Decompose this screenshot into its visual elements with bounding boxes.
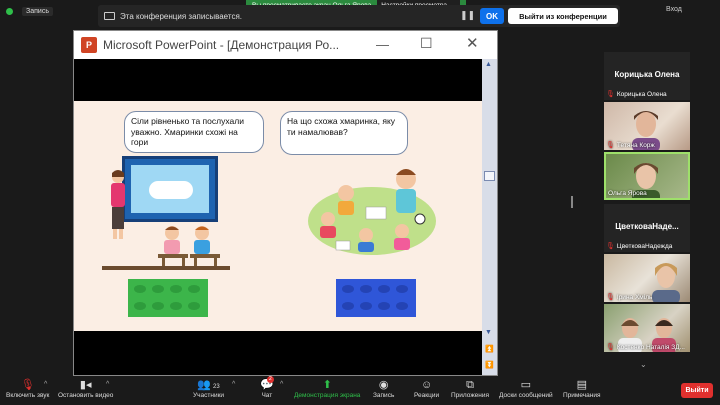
floor-line (102, 266, 230, 270)
scroll-down-icon[interactable]: ▼ (485, 329, 492, 336)
chevron-down-icon[interactable]: ⌄ (640, 360, 647, 369)
ok-button[interactable]: OK (480, 8, 504, 24)
participant-video-label: 🎙 Костенко Наталія ЗД... (606, 343, 685, 352)
participant-video-label: 🎙 Ірина Хміль (606, 293, 653, 302)
participant-video-name: Костенко Наталія ЗД... (616, 343, 685, 351)
stop-video-label: Остановить видео (58, 392, 114, 399)
share-screen-button[interactable]: ⬆ Демонстрация экрана (294, 378, 360, 399)
scroll-thumb[interactable] (484, 171, 495, 181)
chevron-up-icon[interactable]: ^ (44, 381, 47, 388)
participant-label: 🎙 Корицька Олена (606, 90, 667, 99)
share-screen-label: Демонстрация экрана (294, 392, 361, 399)
whiteboard-icon: ▭ (520, 379, 532, 391)
participants-icon: 👥 23 (197, 379, 220, 391)
maximize-icon[interactable]: ☐ (420, 35, 433, 52)
apps-label: Приложения (451, 392, 490, 399)
participant-video-name: Тетяна Корж (616, 141, 655, 149)
whiteboards-button[interactable]: ▭ Доски сообщений (499, 378, 553, 399)
green-lego-brick (128, 279, 208, 317)
chevron-up-icon[interactable]: ^ (280, 381, 283, 388)
chat-label: Чат (261, 392, 273, 399)
board-screen (131, 165, 209, 213)
apps-icon: ⧉ (466, 379, 474, 391)
powerpoint-icon: P (81, 37, 97, 53)
mic-muted-icon: 🎙 (606, 142, 615, 149)
participant-video[interactable]: 🎙 Костенко Наталія ЗД... (604, 304, 690, 352)
mic-muted-icon: 🎙 (606, 294, 615, 301)
participant-video-label: 🎙 Тетяна Корж (606, 141, 655, 150)
mic-muted-icon: 🎙 (606, 243, 615, 250)
zoom-window: Запись Вы просматриваете экран Ольга Яро… (0, 0, 720, 405)
shield-icon (6, 7, 13, 15)
unmute-label: Включить звук (6, 392, 50, 399)
reactions-icon: ☺ (420, 379, 433, 391)
record-button[interactable]: ◉ Запись (373, 378, 394, 399)
cloud-icon (149, 181, 193, 199)
speech-bubble-left: Сіли рівненько та послухали уважно. Хмар… (124, 111, 264, 153)
chat-badge: 2 (267, 376, 274, 383)
recording-label: Запись (22, 6, 53, 16)
powerpoint-window: P Microsoft PowerPoint - [Демонстрация Р… (73, 30, 498, 376)
mic-muted-icon: 🎙 (20, 379, 35, 391)
ppt-scrollbar[interactable]: ▲ ▼ ⏫ ⏬ (482, 59, 497, 375)
scroll-up-icon[interactable]: ▲ (485, 61, 492, 68)
participant-label: 🎙 ЦветковаНадежда (606, 242, 673, 251)
participant-label-text: Корицька Олена (616, 90, 667, 98)
recording-indicator[interactable]: Запись (6, 4, 53, 18)
students-figure (158, 226, 220, 270)
share-screen-icon: ⬆ (322, 379, 332, 391)
participant-video[interactable]: 🎙 Тетяна Корж (604, 102, 690, 150)
teacher-figure (111, 170, 125, 239)
prev-slide-icon[interactable]: ⏫ (485, 345, 494, 353)
panel-resize-handle[interactable] (571, 196, 573, 208)
minimize-icon[interactable]: — (376, 37, 389, 52)
leave-conference-button[interactable]: Выйти из конференции (508, 8, 618, 24)
participant-label-text: ЦветковаНадежда (616, 242, 673, 250)
ppt-title: Microsoft PowerPoint - [Демонстрация Ро.… (103, 38, 340, 52)
participants-label: Участники (193, 392, 225, 399)
participant-name: ЦветковаНаде... (615, 222, 679, 231)
chat-button[interactable]: 💬 2 Чат (260, 376, 274, 399)
apps-button[interactable]: ⧉ Приложения (451, 378, 489, 399)
slide-canvas: Сіли рівненько та послухали уважно. Хмар… (74, 101, 482, 331)
notes-button[interactable]: ▤ Примечания (563, 378, 601, 399)
notes-label: Примечания (563, 392, 601, 399)
person-icon (652, 263, 680, 302)
video-camera-icon: ▮◂ (79, 379, 92, 391)
unmute-button[interactable]: 🎙 Включить звук (6, 378, 49, 399)
whiteboards-label: Доски сообщений (499, 392, 553, 399)
chevron-up-icon[interactable]: ^ (106, 381, 109, 388)
chat-icon: 💬 2 (260, 376, 274, 391)
participant-video-name: Ірина Хміль (616, 293, 653, 301)
participants-count: 23 (213, 384, 220, 390)
participant-video-label: Ольга Ярова (608, 190, 647, 197)
blue-lego-brick (336, 279, 416, 317)
record-label: Запись (373, 392, 395, 399)
kids-drawing-figure (308, 169, 436, 255)
notes-icon: ▤ (576, 379, 587, 391)
participant-video-name: Ольга Ярова (608, 190, 647, 197)
meeting-toolbar: 🎙 Включить звук ^ ▮◂ Остановить видео ^ … (0, 376, 720, 405)
reactions-label: Реакции (414, 392, 440, 399)
record-icon: ◉ (378, 379, 389, 391)
leave-button[interactable]: Выйти (681, 383, 713, 398)
participants-button[interactable]: 👥 23 Участники (193, 378, 224, 399)
reactions-button[interactable]: ☺ Реакции (414, 378, 439, 399)
mic-muted-icon: 🎙 (606, 91, 615, 98)
participant-video[interactable]: 🎙 Ірина Хміль (604, 254, 690, 302)
active-speaker-video[interactable]: Ольга Ярова (604, 152, 690, 200)
signin-button[interactable]: Вход (666, 6, 682, 13)
close-icon[interactable]: ✕ (466, 34, 479, 52)
pause-icon[interactable]: ❚❚ (460, 10, 475, 21)
speech-bubble-right: На що схожа хмаринка, яку ти намалював? (280, 111, 408, 155)
chevron-up-icon[interactable]: ^ (232, 381, 235, 388)
participant-name: Корицька Олена (614, 70, 680, 79)
classroom-board (122, 156, 218, 222)
next-slide-icon[interactable]: ⏬ (485, 361, 494, 369)
record-icon (104, 12, 115, 20)
mic-muted-icon: 🎙 (606, 344, 615, 351)
recording-banner-text: Эта конференция записывается. (120, 11, 242, 21)
ppt-titlebar: P Microsoft PowerPoint - [Демонстрация Р… (74, 31, 497, 59)
